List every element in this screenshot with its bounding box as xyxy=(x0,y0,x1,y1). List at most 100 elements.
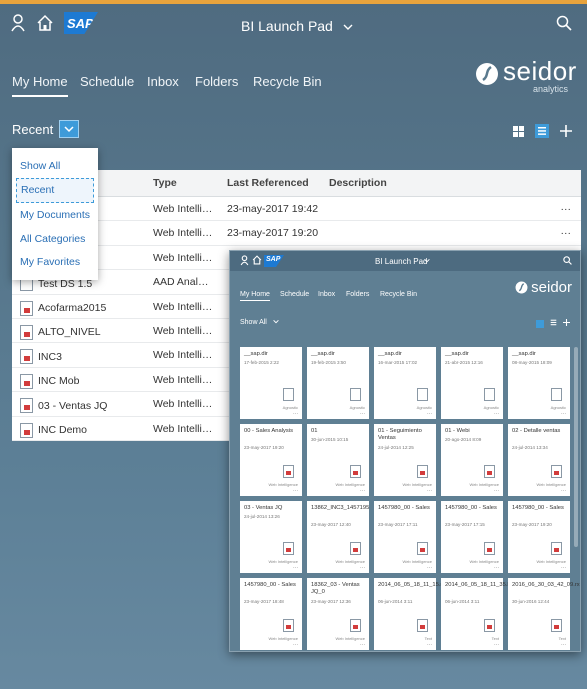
search-icon[interactable] xyxy=(556,15,572,31)
inset-search-icon[interactable] xyxy=(563,256,572,267)
menu-item-recent[interactable]: Recent xyxy=(16,177,94,204)
menu-item-show-all[interactable]: Show All xyxy=(12,154,98,178)
row-name[interactable]: 03 - Ventas JQ xyxy=(38,400,107,412)
tile-more-icon[interactable]: ··· xyxy=(360,642,365,648)
inset-tab-recycle-bin[interactable]: Recycle Bin xyxy=(380,291,417,298)
tile-more-icon[interactable]: ··· xyxy=(360,411,365,417)
inset-add-icon[interactable] xyxy=(563,319,570,328)
document-tile[interactable]: __sap.dir 19-feb-2015 3:50 Agnostic ··· xyxy=(307,347,369,419)
tile-more-icon[interactable]: ··· xyxy=(427,642,432,648)
tile-more-icon[interactable]: ··· xyxy=(494,642,499,648)
document-tile[interactable]: 00 - Sales Analysis 23-may-2017 19:20 Web … xyxy=(240,424,302,496)
user-icon[interactable] xyxy=(10,14,26,32)
tile-more-icon[interactable]: ··· xyxy=(494,488,499,494)
inset-show-all-dropdown[interactable]: Show All xyxy=(240,319,279,326)
agnostic-file-icon xyxy=(484,388,495,401)
tile-more-icon[interactable]: ··· xyxy=(427,488,432,494)
tile-more-icon[interactable]: ··· xyxy=(293,565,298,571)
inset-tab-schedule[interactable]: Schedule xyxy=(280,291,309,298)
inset-grid-view-icon[interactable] xyxy=(536,319,544,328)
add-icon[interactable] xyxy=(559,124,573,138)
row-type: Web Intellige... xyxy=(153,300,213,313)
document-tile[interactable]: __sap.dir 21-abr-2015 12:16 Agnostic ··· xyxy=(441,347,503,419)
grid-view-icon[interactable] xyxy=(511,124,525,138)
inset-home-icon[interactable] xyxy=(252,255,262,267)
tile-date: 24-jul-2014 13:26 xyxy=(244,514,280,519)
recent-dropdown[interactable]: Recent xyxy=(12,120,80,138)
menu-item-my-favorites[interactable]: My Favorites xyxy=(12,250,98,274)
tile-more-icon[interactable]: ··· xyxy=(293,642,298,648)
tile-more-icon[interactable]: ··· xyxy=(293,411,298,417)
inset-list-view-icon[interactable] xyxy=(550,319,557,328)
header-description[interactable]: Description xyxy=(329,177,387,189)
tile-more-icon[interactable]: ··· xyxy=(360,488,365,494)
row-name[interactable]: ALTO_NIVEL xyxy=(38,326,101,338)
sap-logo[interactable]: SAP xyxy=(64,12,98,34)
document-tile[interactable]: 2014_06_05_18_11_35.log 06-jun-2014 3:11 T… xyxy=(441,578,515,650)
tile-name: 03 - Ventas JQ xyxy=(244,505,283,511)
tile-more-icon[interactable]: ··· xyxy=(561,488,566,494)
tab-my-home[interactable]: My Home xyxy=(12,74,68,97)
tab-folders[interactable]: Folders xyxy=(195,74,238,89)
list-view-icon[interactable] xyxy=(535,124,549,138)
row-name-cell: Acofarma2015 xyxy=(20,300,148,316)
row-name-cell: ALTO_NIVEL xyxy=(20,324,148,340)
tile-more-icon[interactable]: ··· xyxy=(293,488,298,494)
tile-date: 06-jun-2014 3:11 xyxy=(445,599,480,604)
document-tile[interactable]: 01 30-jun-2015 10:15 Web Intelligence ··· xyxy=(307,424,369,496)
tab-schedule[interactable]: Schedule xyxy=(80,74,134,89)
inset-sap-logo-text: SAP xyxy=(266,256,281,263)
inset-tab-inbox[interactable]: Inbox xyxy=(318,291,335,298)
row-more-actions[interactable]: ··· xyxy=(561,227,572,239)
tab-recycle-bin[interactable]: Recycle Bin xyxy=(253,74,322,89)
document-tile[interactable]: __sap.dir 17-feb-2015 2:22 Agnostic ··· xyxy=(240,347,302,419)
document-tile[interactable]: __sap.dir 08-may-2015 18:09 Agnostic ··· xyxy=(508,347,570,419)
document-tile[interactable]: 2014_06_05_18_11_15.rxi 06-jun-2014 3:11 T… xyxy=(374,578,447,650)
webi-doc-icon xyxy=(20,398,33,414)
tile-more-icon[interactable]: ··· xyxy=(427,411,432,417)
row-more-actions[interactable]: ··· xyxy=(561,203,572,215)
menu-item-my-documents[interactable]: My Documents xyxy=(12,203,98,227)
document-tile[interactable]: 02 - Detalle ventas 24-jul-2014 13:34 Web … xyxy=(508,424,570,496)
document-tile[interactable]: 18362_03 - Ventas JQ_0 23-may-2017 12:36 W… xyxy=(307,578,369,650)
tab-inbox[interactable]: Inbox xyxy=(147,74,179,89)
document-tile[interactable]: 2016_06_30_03_42_09.rxi 30-jun-2016 12:44… xyxy=(508,578,580,650)
inset-tab-folders[interactable]: Folders xyxy=(346,291,369,298)
row-type: Web Intellige... xyxy=(153,324,213,337)
row-name[interactable]: INC Demo xyxy=(38,424,87,436)
inset-user-icon[interactable] xyxy=(240,255,249,268)
document-tile[interactable]: 01 - Webi 20-ago-2014 8:09 Web Intelligenc… xyxy=(441,424,503,496)
menu-item-all-categories[interactable]: All Categories xyxy=(12,227,98,251)
tile-more-icon[interactable]: ··· xyxy=(360,565,365,571)
dropdown-caret-icon[interactable] xyxy=(59,120,80,138)
tile-more-icon[interactable]: ··· xyxy=(427,565,432,571)
document-tile[interactable]: __sap.dir 16-mar-2015 17:02 Agnostic ··· xyxy=(374,347,436,419)
row-name[interactable]: INC3 xyxy=(38,351,62,363)
inset-app-title[interactable]: BI Launch Pad xyxy=(375,257,427,266)
tile-more-icon[interactable]: ··· xyxy=(561,565,566,571)
document-tile[interactable]: 1457980_00 - Sales 23-may-2017 17:15 Web I… xyxy=(441,501,503,573)
tile-type: Agnostic xyxy=(416,405,432,410)
tile-more-icon[interactable]: ··· xyxy=(494,565,499,571)
document-tile[interactable]: 13862_INC3_1457195 23-may-2017 12:40 Web I… xyxy=(307,501,369,573)
inset-sap-logo[interactable]: SAP xyxy=(264,255,284,267)
document-tile[interactable]: 1457980_00 - Sales 23-may-2017 19:20 Web I… xyxy=(508,501,570,573)
document-tile[interactable]: 1457980_00 - Sales 23-may-2017 17:11 Web I… xyxy=(374,501,436,573)
inset-tab-my-home[interactable]: My Home xyxy=(240,291,270,301)
webi-doc-icon xyxy=(283,619,294,632)
row-name[interactable]: INC Mob xyxy=(38,375,79,387)
inset-scrollbar[interactable] xyxy=(574,347,578,547)
tile-more-icon[interactable]: ··· xyxy=(561,642,566,648)
row-name[interactable]: Acofarma2015 xyxy=(38,302,106,314)
header-last-referenced[interactable]: Last Referenced xyxy=(227,177,337,189)
sap-logo-text: SAP xyxy=(67,16,94,31)
document-tile[interactable]: 01 - Seguimiento Ventas 24-jul-2014 12:25… xyxy=(374,424,436,496)
document-tile[interactable]: 03 - Ventas JQ 24-jul-2014 13:26 Web Intel… xyxy=(240,501,302,573)
tile-more-icon[interactable]: ··· xyxy=(494,411,499,417)
home-icon[interactable] xyxy=(36,14,54,32)
tile-more-icon[interactable]: ··· xyxy=(561,411,566,417)
webi-doc-icon xyxy=(20,373,33,389)
app-title-menu[interactable]: BI Launch Pad xyxy=(241,18,353,34)
header-type[interactable]: Type xyxy=(153,177,213,189)
document-tile[interactable]: 1457980_00 - Sales 23-may-2017 18:48 Web I… xyxy=(240,578,302,650)
